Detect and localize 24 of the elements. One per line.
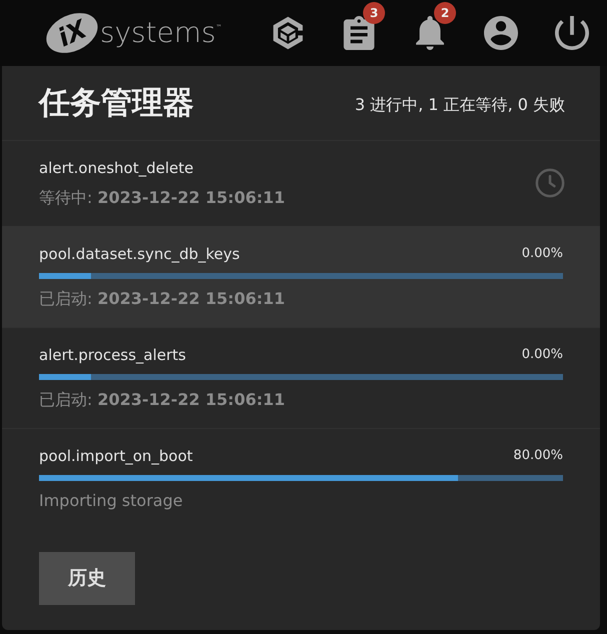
- task-status: 已启动: 2023-12-22 15:06:11: [39, 288, 285, 310]
- account-icon: [484, 16, 518, 50]
- panel-title: 任务管理器: [39, 84, 194, 123]
- history-button[interactable]: 历史: [39, 552, 135, 605]
- task-row[interactable]: pool.dataset.sync_db_keys 0.00% 已启动: 2023-12-22 15:06:11: [2, 226, 600, 327]
- task-status: 已启动: 2023-12-22 15:06:11: [39, 389, 285, 411]
- task-status: 等待中: 2023-12-22 15:06:11: [39, 187, 285, 209]
- notifications-button[interactable]: 2: [394, 0, 465, 66]
- clock-icon: [535, 168, 565, 198]
- task-status: Importing storage: [39, 490, 183, 512]
- task-summary: 3 进行中, 1 正在等待, 0 失败: [354, 94, 565, 116]
- task-percent: 80.00%: [513, 447, 563, 465]
- tasks-button[interactable]: 3: [323, 0, 394, 66]
- count-badge: 2: [434, 2, 456, 24]
- power-icon: [554, 16, 588, 50]
- clipboard-icon: [342, 16, 376, 50]
- cube-icon: [270, 16, 304, 50]
- count-badge: 3: [363, 2, 385, 24]
- task-percent: 0.00%: [522, 346, 563, 364]
- task-name: pool.dataset.sync_db_keys: [39, 244, 240, 265]
- task-name: alert.oneshot_delete: [39, 158, 194, 179]
- task-percent: 0.00%: [522, 245, 563, 263]
- task-name: pool.import_on_boot: [39, 446, 193, 467]
- task-name: alert.process_alerts: [39, 345, 186, 366]
